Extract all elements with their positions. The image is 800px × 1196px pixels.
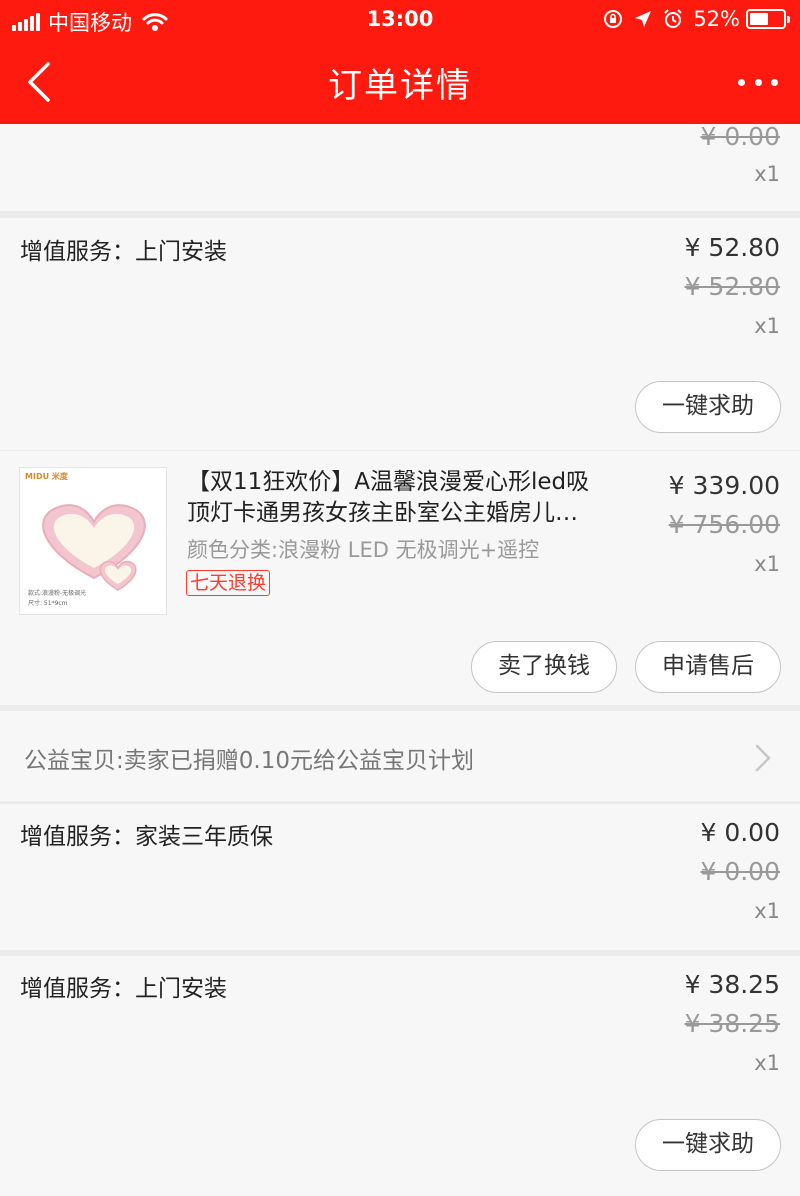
- quantity: x1: [754, 1051, 780, 1075]
- help-button[interactable]: 一键求助: [635, 1119, 781, 1171]
- location-arrow-icon: [635, 11, 652, 27]
- alarm-icon: [664, 9, 683, 28]
- battery-icon: [746, 9, 790, 29]
- price: ¥ 339.00: [668, 471, 780, 500]
- product-title-line: 顶灯卡通男孩女孩主卧室公主婚房儿…: [187, 500, 578, 526]
- quantity: x1: [754, 899, 780, 923]
- original-price: ¥ 0.00: [700, 857, 780, 886]
- service-install-card: 增值服务：上门安装 ¥ 38.25 ¥ 38.25 x1 一键求助: [0, 956, 800, 1196]
- quantity: x1: [754, 162, 780, 186]
- original-price: ¥ 38.25: [684, 1009, 780, 1038]
- heart-lamp-image: [42, 504, 146, 591]
- service-warranty-card: 增值服务：家装三年质保 ¥ 0.00 ¥ 0.00 x1: [0, 804, 800, 950]
- return-policy-badge: 七天退换: [186, 570, 271, 596]
- service-install-card: 增值服务：上门安装 ¥ 52.80 ¥ 52.80 x1 一键求助: [0, 218, 800, 450]
- quantity: x1: [754, 552, 780, 576]
- aftersale-button[interactable]: 申请售后: [635, 641, 781, 693]
- product-title-line: 【双11狂欢价】A温馨浪漫爱心形led吸: [187, 469, 590, 495]
- product-card: MIDU 米度 款式:浪漫粉-无极调光 尺寸: 51*9cm 【双11狂欢价】A…: [0, 451, 800, 705]
- partial-item-card: ¥ 0.00 x1: [0, 122, 800, 211]
- more-dots-icon[interactable]: [738, 70, 778, 94]
- status-right: 52%: [603, 7, 790, 31]
- original-price: ¥ 52.80: [684, 272, 780, 301]
- top-header: 中国移动 13:00 52% 订单详情: [0, 0, 800, 124]
- service-label: 增值服务：家装三年质保: [20, 824, 273, 850]
- status-bar: 中国移动 13:00 52%: [0, 0, 800, 40]
- price: ¥ 0.00: [700, 818, 780, 847]
- chevron-right-icon: [755, 744, 771, 772]
- product-title[interactable]: 【双11狂欢价】A温馨浪漫爱心形led吸 顶灯卡通男孩女孩主卧室公主婚房儿…: [187, 467, 627, 529]
- product-thumbnail[interactable]: MIDU 米度 款式:浪漫粉-无极调光 尺寸: 51*9cm: [19, 467, 167, 615]
- orientation-lock-icon: [604, 10, 623, 28]
- price: ¥ 52.80: [684, 233, 780, 262]
- quantity: x1: [754, 314, 780, 338]
- service-label: 增值服务：上门安装: [20, 976, 227, 1002]
- price: ¥ 38.25: [684, 970, 780, 999]
- original-price: ¥ 0.00: [700, 122, 780, 151]
- help-button[interactable]: 一键求助: [635, 381, 781, 433]
- thumbnail-caption: 尺寸: 51*9cm: [28, 600, 68, 607]
- charity-row[interactable]: 公益宝贝:卖家已捐赠0.10元给公益宝贝计划: [0, 711, 800, 801]
- original-price: ¥ 756.00: [668, 510, 780, 539]
- service-label: 增值服务：上门安装: [20, 239, 227, 265]
- sell-button[interactable]: 卖了换钱: [471, 641, 617, 693]
- charity-text: 公益宝贝:卖家已捐赠0.10元给公益宝贝计划: [24, 748, 474, 774]
- product-sku: 颜色分类:浪漫粉 LED 无极调光+遥控: [187, 538, 540, 562]
- page-title: 订单详情: [328, 66, 472, 106]
- battery-percent: 52%: [693, 7, 740, 31]
- thumbnail-caption: 款式:浪漫粉-无极调光: [28, 590, 87, 597]
